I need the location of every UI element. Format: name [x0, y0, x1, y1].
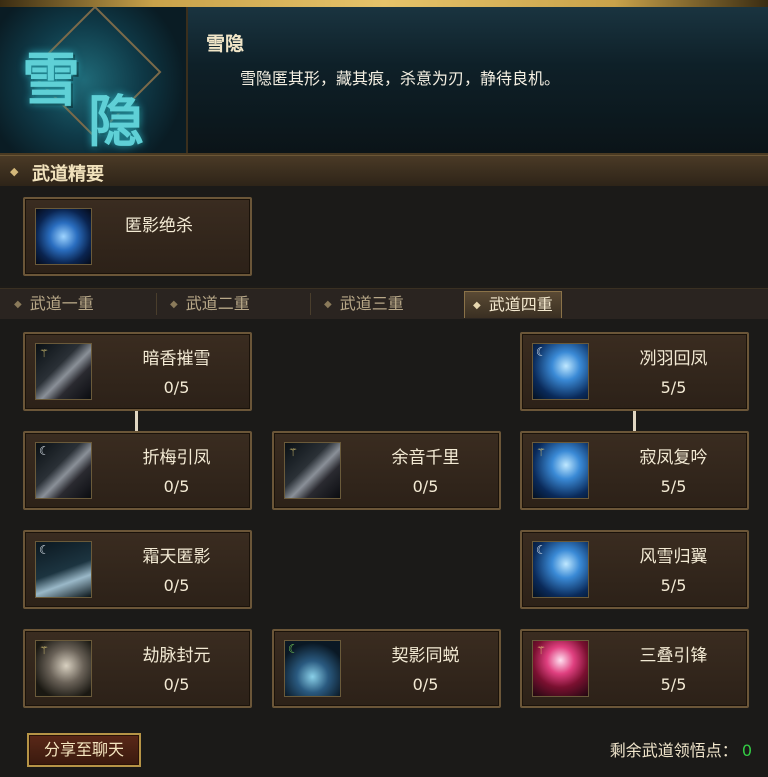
skill-name: 契影同蜕: [391, 646, 460, 666]
top-border-strip: [0, 0, 768, 7]
vortex-icon: ☾: [284, 640, 341, 697]
frost-shadow-icon: ☾: [35, 541, 92, 598]
skill-card[interactable]: ⚚ 三叠引锋 5/5: [520, 629, 749, 708]
tab-tier-4[interactable]: ◆ 武道四重: [464, 291, 562, 318]
remaining-points-value: 0: [741, 741, 752, 760]
skill-level: 0/5: [163, 576, 190, 595]
phoenix-feather-icon: ⚚: [532, 442, 589, 499]
skill-name: 霜天匿影: [142, 547, 211, 567]
skill-level: 0/5: [412, 675, 439, 694]
emblem-glyph-2: 隐: [88, 89, 144, 153]
skill-name: 风雪归翼: [639, 547, 708, 567]
diamond-bullet-icon: ◆: [324, 299, 332, 310]
skill-name: 寂凤复吟: [639, 448, 708, 468]
skill-name: 暗香摧雪: [142, 349, 211, 369]
blade-icon: ⚚: [35, 343, 92, 400]
skill-name: 冽羽回凤: [639, 349, 708, 369]
skill-card[interactable]: ☾ 风雪归翼 5/5: [520, 530, 749, 609]
skill-level: 0/5: [163, 378, 190, 397]
skill-name: 劫脉封元: [142, 646, 211, 666]
blade-icon: ⚚: [284, 442, 341, 499]
skill-card[interactable]: ☾ 霜天匿影 0/5: [23, 530, 252, 609]
skill-header: 雪 隐 雪隐 雪隐匿其形，藏其痕，杀意为刃，静待良机。: [0, 7, 768, 155]
diamond-bullet-icon: ◆: [473, 300, 481, 311]
tab-divider: [310, 293, 311, 315]
tier-mark-icon: ⚚: [536, 446, 546, 459]
moon-mark-icon: ☾: [536, 345, 547, 359]
tab-tier-3[interactable]: ◆ 武道三重: [324, 291, 404, 317]
tier-mark-icon: ⚚: [39, 347, 49, 360]
skill-level: 0/5: [163, 477, 190, 496]
skill-level: 5/5: [660, 477, 687, 496]
phoenix-feather-icon: ☾: [532, 541, 589, 598]
skill-card[interactable]: ⚚ 劫脉封元 0/5: [23, 629, 252, 708]
essence-skill-card[interactable]: 匿影绝杀: [23, 197, 252, 276]
elder-portrait-icon: ⚚: [35, 640, 92, 697]
skill-card[interactable]: ⚚ 寂凤复吟 5/5: [520, 431, 749, 510]
skill-card[interactable]: ⚚ 余音千里 0/5: [272, 431, 501, 510]
section-header: ◆ 武道精要: [0, 155, 768, 187]
school-title: 雪隐: [206, 33, 245, 55]
skill-level: 5/5: [660, 675, 687, 694]
diamond-bullet-icon: ◆: [170, 299, 178, 310]
skill-level: 0/5: [412, 477, 439, 496]
share-to-chat-button[interactable]: 分享至聊天: [27, 733, 141, 767]
skill-link-line: [633, 409, 636, 432]
tab-tier-1[interactable]: ◆ 武道一重: [14, 291, 94, 317]
school-description: 雪隐匿其形，藏其痕，杀意为刃，静待良机。: [240, 69, 561, 88]
section-title: 武道精要: [32, 164, 104, 185]
skill-name: 余音千里: [391, 448, 460, 468]
tier-tabs: ◆ 武道一重 ◆ 武道二重 ◆ 武道三重 ◆ 武道四重: [0, 288, 768, 320]
moon-mark-icon: ☾: [39, 444, 50, 458]
moon-mark-icon: ☾: [288, 642, 299, 656]
tier-mark-icon: ⚚: [536, 644, 546, 657]
tier-mark-icon: ⚚: [288, 446, 298, 459]
skill-name: 三叠引锋: [639, 646, 708, 666]
diamond-bullet-icon: ◆: [10, 165, 19, 178]
remaining-points: 剩余武道领悟点： 0: [610, 737, 752, 761]
skill-card[interactable]: ⚚ 暗香摧雪 0/5: [23, 332, 252, 411]
emblem-glyph-1: 雪: [22, 46, 81, 114]
skill-card[interactable]: ☾ 冽羽回凤 5/5: [520, 332, 749, 411]
skill-level: 0/5: [163, 675, 190, 694]
skill-card[interactable]: ☾ 契影同蜕 0/5: [272, 629, 501, 708]
tab-tier-2[interactable]: ◆ 武道二重: [170, 291, 250, 317]
essence-skill-icon: [35, 208, 92, 265]
crimson-burst-icon: ⚚: [532, 640, 589, 697]
moon-mark-icon: ☾: [536, 543, 547, 557]
tier-mark-icon: ⚚: [39, 644, 49, 657]
moon-mark-icon: ☾: [39, 543, 50, 557]
remaining-points-label: 剩余武道领悟点：: [609, 741, 738, 760]
phoenix-feather-icon: ☾: [532, 343, 589, 400]
tab-divider: [156, 293, 157, 315]
essence-skill-name: 匿影绝杀: [125, 216, 193, 236]
skill-level: 5/5: [660, 576, 687, 595]
skill-name: 折梅引凤: [142, 448, 211, 468]
skill-card[interactable]: ☾ 折梅引凤 0/5: [23, 431, 252, 510]
blade-icon: ☾: [35, 442, 92, 499]
skill-link-line: [135, 409, 138, 432]
skill-level: 5/5: [660, 378, 687, 397]
header-info-panel: 雪隐 雪隐匿其形，藏其痕，杀意为刃，静待良机。: [188, 7, 768, 153]
diamond-bullet-icon: ◆: [14, 299, 22, 310]
school-emblem: 雪 隐: [0, 7, 188, 153]
